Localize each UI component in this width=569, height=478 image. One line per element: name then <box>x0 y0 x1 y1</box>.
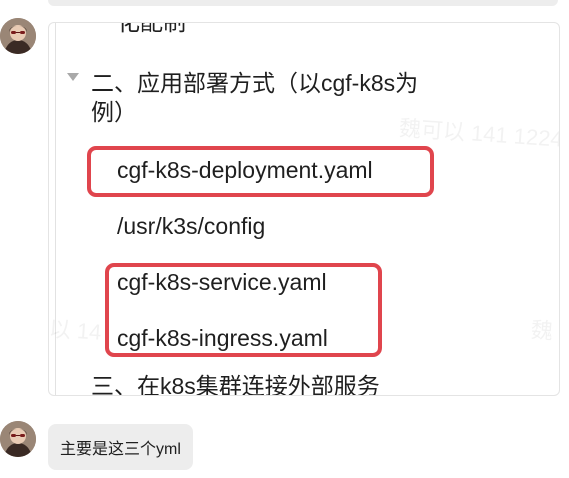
chat-view: 魏可以 141 1224 2102 以 14 魏 化配制 二、应用部署方式（以c… <box>0 0 569 478</box>
watermark: 魏 <box>530 317 554 344</box>
avatar-photo-icon <box>0 421 36 457</box>
highlight-box-deployment <box>87 146 434 197</box>
partial-top-text: 化配制 <box>117 22 186 35</box>
avatar[interactable] <box>0 18 36 54</box>
previous-message-bubble <box>48 0 558 6</box>
message-text: 主要是这三个yml <box>60 441 181 458</box>
section-heading: 二、应用部署方式（以cgf-k8s为 <box>91 70 419 96</box>
watermark: 以 14 <box>48 316 103 345</box>
highlight-box-service-ingress <box>105 263 382 357</box>
partial-bottom-heading: 三、在k8s集群连接外部服务 <box>91 373 380 396</box>
avatar[interactable] <box>0 421 36 457</box>
section-heading-continued: 例） <box>91 99 137 125</box>
document-content: 魏可以 141 1224 2102 以 14 魏 化配制 二、应用部署方式（以c… <box>49 23 559 395</box>
shared-document-card[interactable]: 魏可以 141 1224 2102 以 14 魏 化配制 二、应用部署方式（以c… <box>48 22 560 396</box>
avatar-photo-icon <box>0 18 36 54</box>
list-item: /usr/k3s/config <box>117 213 266 239</box>
message-bubble[interactable]: 主要是这三个yml <box>48 424 193 470</box>
triangle-down-icon[interactable] <box>67 73 79 81</box>
